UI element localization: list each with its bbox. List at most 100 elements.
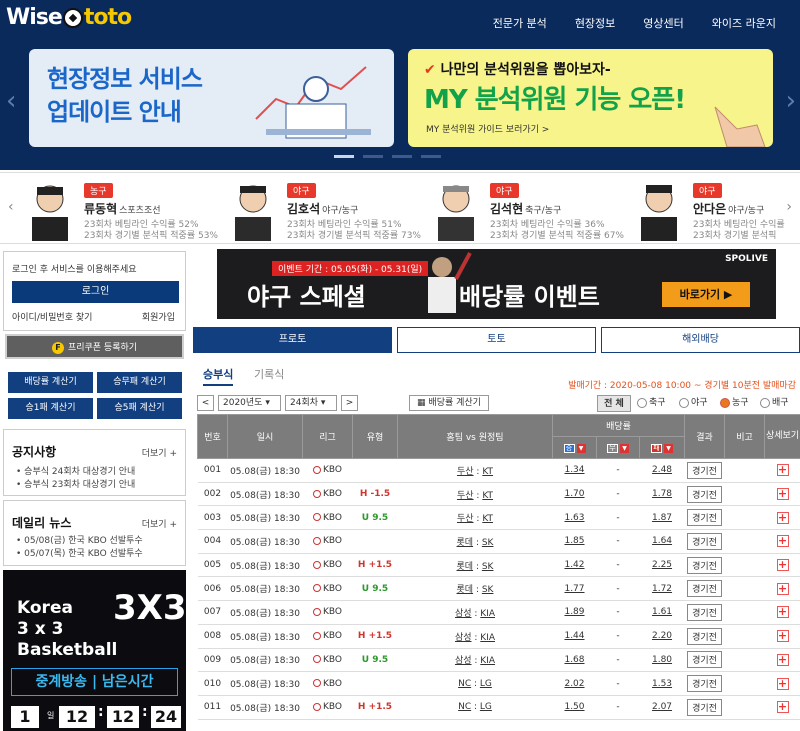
banner-my-analyst[interactable]: ✔ 나만의 분석위원을 뽑아보자- MY 분석위원 기능 오픈! MY 분석위원… (408, 49, 773, 147)
news-more-link[interactable]: 더보기 + (142, 517, 177, 530)
away-team-link[interactable]: KIA (480, 656, 495, 666)
year-select[interactable]: 2020년도 ▾ (218, 395, 281, 411)
filter-basketball[interactable]: 농구 (720, 395, 749, 412)
cell-odds-win[interactable]: 1.44 (552, 624, 597, 649)
next-round-button[interactable]: > (341, 395, 358, 411)
tab-proto[interactable]: 프로토 (193, 327, 392, 353)
nav-expert-analysis[interactable]: 전문가 분석 (493, 15, 547, 31)
home-team-link[interactable]: 삼성 (455, 656, 472, 666)
result-status-button[interactable]: 경기전 (687, 532, 722, 550)
result-status-button[interactable]: 경기전 (687, 603, 722, 621)
baseball-special-ad-banner[interactable]: 이벤트 기간 : 05.05(화) - 05.31(일) 야구 스페셜 배당률 … (217, 249, 776, 319)
pager-dot[interactable] (421, 155, 441, 158)
plus-icon[interactable]: + (776, 559, 789, 572)
analyst-card[interactable]: 야구 김호석 야구/농구 23회차 베팅라인 수익률 51% 23회차 경기별 분… (203, 175, 421, 243)
round-select[interactable]: 24회차 ▾ (285, 395, 337, 411)
cell-odds-lose[interactable]: 2.20 (639, 624, 685, 649)
away-team-link[interactable]: SK (482, 538, 494, 548)
cell-odds-lose[interactable]: 1.78 (639, 482, 685, 507)
result-status-button[interactable]: 경기전 (687, 556, 722, 574)
filter-soccer[interactable]: 축구 (637, 395, 666, 412)
home-team-link[interactable]: 두산 (457, 467, 474, 477)
notice-item[interactable]: • 승부식 23회차 대상경기 안내 (16, 477, 135, 490)
subtab-win-loss[interactable]: 승부식 (203, 366, 234, 386)
plus-icon[interactable]: + (776, 488, 789, 501)
plus-icon[interactable]: + (776, 535, 789, 548)
away-team-link[interactable]: KT (482, 491, 493, 501)
cell-odds-win[interactable]: 1.85 (552, 529, 597, 554)
cell-odds-win[interactable]: 1.42 (552, 553, 597, 578)
banner2-link[interactable]: MY 분석위원 가이드 보러가기 > (426, 122, 549, 135)
filter-baseball[interactable]: 야구 (679, 395, 708, 412)
cell-odds-win[interactable]: 1.77 (552, 576, 597, 602)
cell-odds-lose[interactable]: 1.64 (639, 529, 685, 554)
plus-icon[interactable]: + (776, 511, 789, 524)
find-account-link[interactable]: 아이디/비밀번호 찾기 (12, 310, 92, 323)
analyst-card[interactable]: 야구 김석현 축구/농구 23회차 베팅라인 수익률 36% 23회차 경기별 분… (406, 175, 624, 243)
analyst-card[interactable]: 야구 안다은 야구/농구 23회차 베팅라인 수익률 23회차 경기별 분석픽 (609, 175, 800, 243)
notice-more-link[interactable]: 더보기 + (142, 446, 177, 459)
banner-field-info-update[interactable]: 현장정보 서비스 업데이트 안내 (29, 49, 394, 147)
result-status-button[interactable]: 경기전 (687, 509, 722, 527)
cell-odds-lose[interactable]: 1.87 (639, 505, 685, 531)
col-odds-win[interactable]: 승 ▼ (552, 436, 597, 459)
col-odds-draw[interactable]: 무 ▼ (596, 436, 640, 459)
pager-dot[interactable] (334, 155, 354, 158)
analyst-card[interactable]: 농구 류동혁 스포츠조선 23회차 베팅라인 수익률 52% 23회차 경기별 분… (0, 175, 218, 243)
cell-odds-lose[interactable]: 1.61 (639, 600, 685, 625)
home-team-link[interactable]: 삼성 (455, 633, 472, 643)
banner-prev-icon[interactable]: ‹ (6, 86, 16, 116)
news-item[interactable]: • 05/07(목) 한국 KBO 선발투수 (16, 546, 143, 559)
cell-odds-lose[interactable]: 2.48 (639, 458, 685, 483)
login-button[interactable]: 로그인 (12, 281, 179, 303)
win1-lose-calculator-button[interactable]: 승1패 계산기 (8, 398, 93, 419)
cell-odds-win[interactable]: 1.50 (552, 695, 597, 720)
cell-odds-lose[interactable]: 1.80 (639, 648, 685, 673)
home-team-link[interactable]: NC (458, 702, 471, 712)
pager-dot[interactable] (392, 155, 412, 158)
cell-odds-win[interactable]: 1.70 (552, 482, 597, 507)
korea-3x3-basketball-banner[interactable]: Korea 3 x 3 Basketball 3X3 중계방송 | 남은시간 1… (3, 570, 187, 731)
plus-icon[interactable]: + (776, 606, 789, 619)
home-team-link[interactable]: NC (458, 679, 471, 689)
away-team-link[interactable]: LG (480, 702, 492, 712)
away-team-link[interactable]: SK (482, 585, 494, 595)
result-status-button[interactable]: 경기전 (687, 651, 722, 669)
filter-volleyball[interactable]: 배구 (760, 395, 789, 412)
cell-odds-lose[interactable]: 1.72 (639, 576, 685, 602)
home-team-link[interactable]: 롯데 (457, 585, 474, 595)
cell-odds-win[interactable]: 1.34 (552, 458, 597, 483)
away-team-link[interactable]: KIA (480, 633, 495, 643)
result-status-button[interactable]: 경기전 (687, 461, 722, 479)
odds-calculator-small-button[interactable]: ▦ 배당률 계산기 (409, 395, 489, 411)
win5-lose-calculator-button[interactable]: 승5패 계산기 (97, 398, 182, 419)
away-team-link[interactable]: SK (482, 562, 494, 572)
plus-icon[interactable]: + (776, 582, 789, 595)
cell-odds-lose[interactable]: 1.53 (639, 671, 685, 696)
ad-go-button[interactable]: 바로가기 ▶ (662, 282, 750, 307)
free-coupon-button[interactable]: F 프리쿠폰 등록하기 (5, 334, 184, 359)
nav-video-center[interactable]: 영상센터 (643, 15, 683, 31)
cell-odds-lose[interactable]: 2.25 (639, 553, 685, 578)
plus-icon[interactable]: + (776, 701, 789, 714)
away-team-link[interactable]: KIA (480, 609, 495, 619)
away-team-link[interactable]: KT (482, 467, 493, 477)
result-status-button[interactable]: 경기전 (687, 580, 722, 598)
home-team-link[interactable]: 두산 (457, 491, 474, 501)
home-team-link[interactable]: 롯데 (457, 562, 474, 572)
notice-item[interactable]: • 승부식 24회차 대상경기 안내 (16, 464, 135, 477)
result-status-button[interactable]: 경기전 (687, 698, 722, 716)
win-draw-lose-calculator-button[interactable]: 승무패 계산기 (97, 372, 182, 393)
nav-wise-lounge[interactable]: 와이즈 라운지 (712, 15, 776, 31)
result-status-button[interactable]: 경기전 (687, 485, 722, 503)
result-status-button[interactable]: 경기전 (687, 627, 722, 645)
home-team-link[interactable]: 롯데 (457, 538, 474, 548)
home-team-link[interactable]: 두산 (457, 514, 474, 524)
col-odds-lose[interactable]: 패 ▼ (638, 436, 686, 459)
cell-odds-win[interactable]: 1.89 (552, 600, 597, 625)
signup-link[interactable]: 회원가입 (142, 310, 175, 323)
pager-dot[interactable] (363, 155, 383, 158)
plus-icon[interactable]: + (776, 677, 789, 690)
away-team-link[interactable]: LG (480, 679, 492, 689)
tab-overseas-odds[interactable]: 해외배당 (601, 327, 800, 353)
